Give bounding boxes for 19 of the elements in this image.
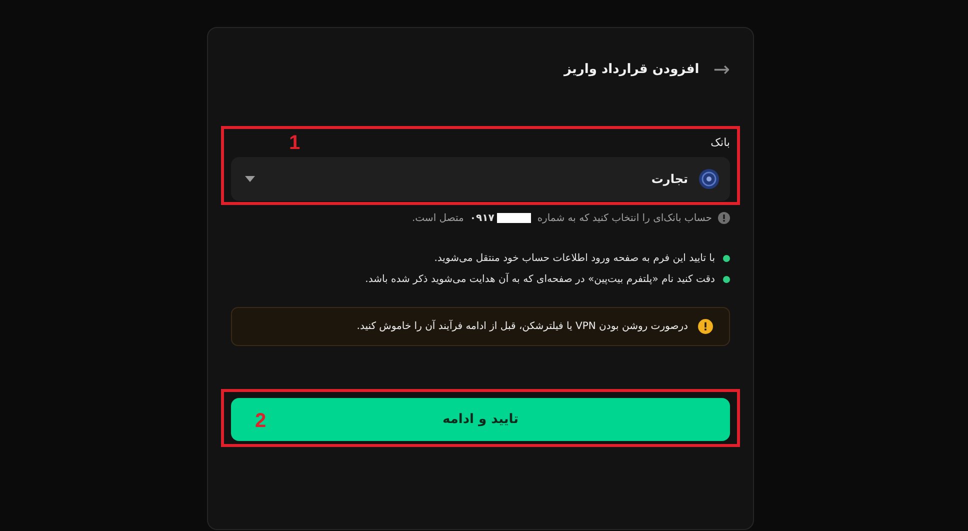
note-text: با تایید این فرم به صفحه ورود اطلاعات حساب خود منتقل می‌شوید. [434,253,715,264]
bank-logo-icon [698,168,720,190]
warning-text: درصورت روشن بودن VPN یا فیلترشکن، قبل از ادامه فرآیند آن را خاموش کنید. [356,321,688,332]
annotation-number: 1 [289,133,300,153]
caret-icon [245,176,255,182]
back-arrow-icon[interactable]: → [713,59,730,79]
field-label: بانک [710,136,730,149]
annotation-number: 2 [255,411,266,431]
bullet-dot [723,276,730,283]
hint-text: حساب بانک‌ای را انتخاب کنید که به شماره [537,212,712,224]
hint-text: متصل است. [412,212,464,224]
page-title: افزودن قرارداد واریز [564,62,700,76]
bullet-dot [723,255,730,262]
warning-icon [698,319,713,334]
redaction-block [497,212,532,223]
info-icon [718,212,730,224]
phone-number: ۰۹۱۷ [470,212,494,224]
bank-select[interactable]: تجارت [231,157,730,201]
note-text: دقت کنید نام «پلتفرم بیت‌پین» در صفحه‌ای که به آن هدایت می‌شوید ذکر شده باشد. [365,274,715,285]
